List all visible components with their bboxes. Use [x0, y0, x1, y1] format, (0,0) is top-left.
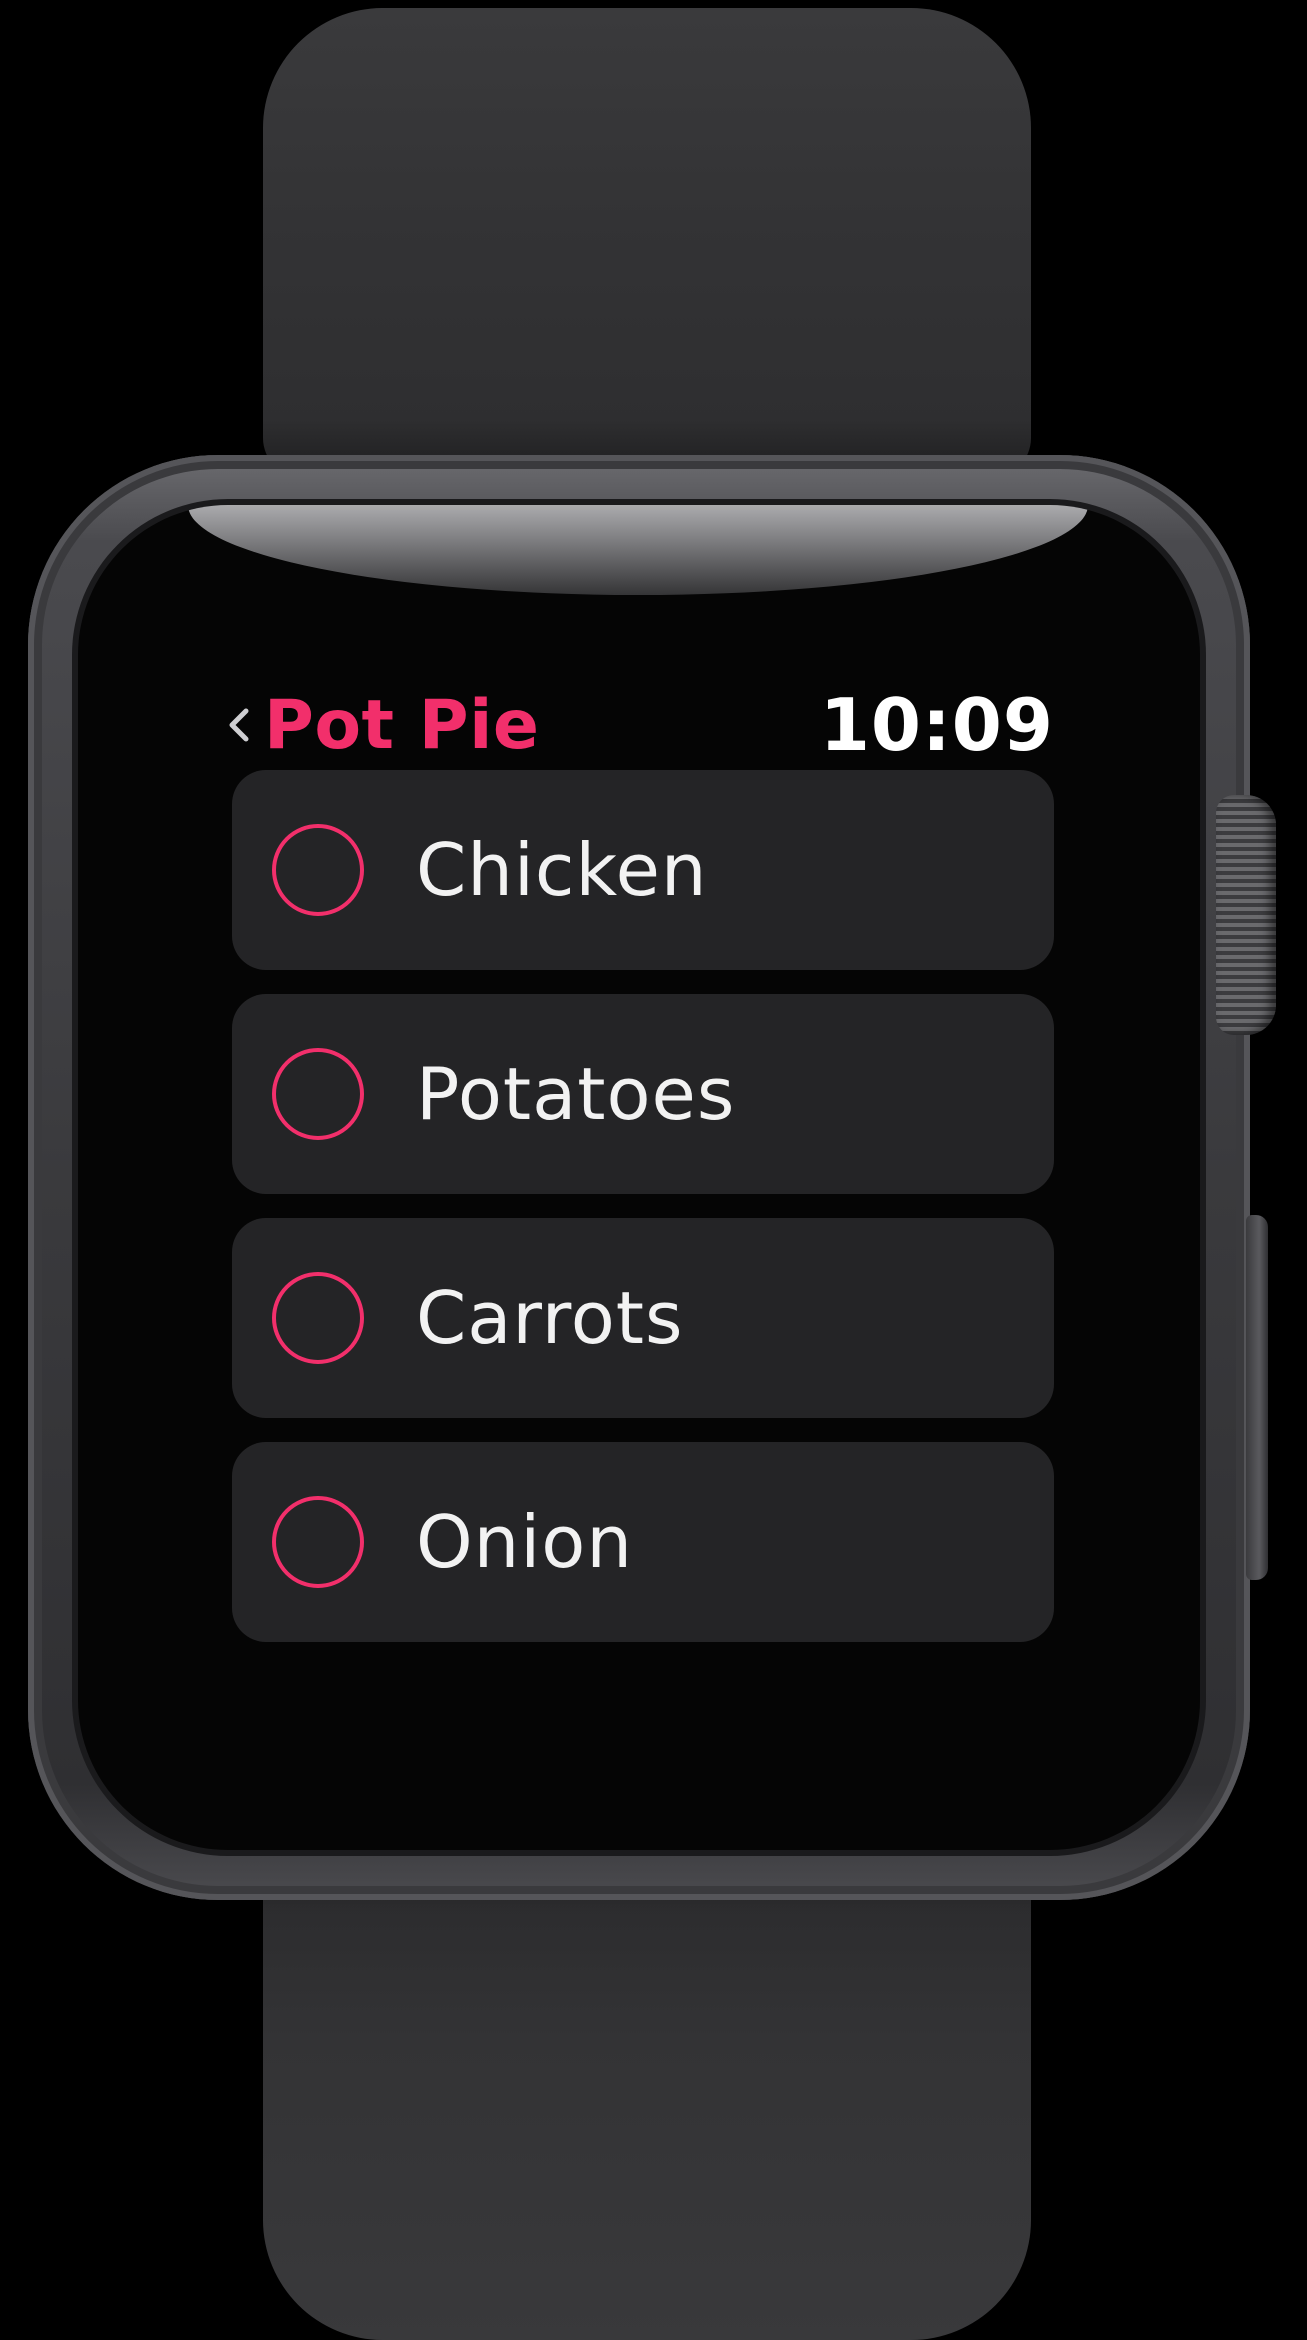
watch-band-bottom [263, 1840, 1031, 2340]
ingredient-list: Chicken Potatoes Carrots Onion [232, 770, 1054, 1666]
list-item[interactable]: Chicken [232, 770, 1054, 970]
circle-outline-icon[interactable] [272, 824, 364, 916]
watch-mockup: Pot Pie 10:09 Chicken Potatoes Carrots O… [0, 0, 1307, 2340]
list-item-label: Chicken [416, 828, 708, 912]
list-item[interactable]: Onion [232, 1442, 1054, 1642]
watch-screen: Pot Pie 10:09 Chicken Potatoes Carrots O… [224, 660, 1054, 1700]
circle-outline-icon[interactable] [272, 1048, 364, 1140]
side-button[interactable] [1246, 1215, 1268, 1580]
back-button[interactable]: Pot Pie [224, 680, 540, 770]
list-item-label: Carrots [416, 1276, 684, 1360]
watch-band-top [263, 8, 1031, 478]
chevron-left-icon [224, 695, 254, 755]
list-item[interactable]: Carrots [232, 1218, 1054, 1418]
page-title: Pot Pie [264, 685, 540, 765]
circle-outline-icon[interactable] [272, 1496, 364, 1588]
glass-reflection [188, 505, 1088, 595]
status-bar: Pot Pie 10:09 [224, 660, 1054, 770]
list-item-label: Onion [416, 1500, 633, 1584]
circle-outline-icon[interactable] [272, 1272, 364, 1364]
list-item[interactable]: Potatoes [232, 994, 1054, 1194]
digital-crown[interactable] [1216, 795, 1276, 1035]
list-item-label: Potatoes [416, 1052, 736, 1136]
clock-time: 10:09 [819, 683, 1054, 767]
